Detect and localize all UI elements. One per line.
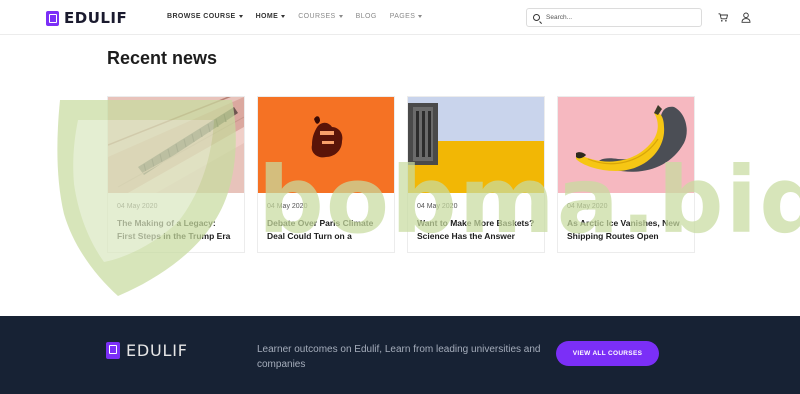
nav-item-pages[interactable]: Pages <box>390 13 423 20</box>
news-date: 04 May 2020 <box>567 203 608 210</box>
news-date: 04 May 2020 <box>117 203 158 210</box>
search-input[interactable] <box>546 14 696 21</box>
footer: EDULIF Learner outcomes on Edulif, Learn… <box>0 316 800 394</box>
search-icon <box>533 14 540 21</box>
nav-label: Courses <box>298 13 336 20</box>
nav-label: Browse Course <box>167 13 236 20</box>
nav-label: Pages <box>389 13 416 20</box>
news-card[interactable]: 04 May 2020 Want to Make More Baskets? S… <box>407 96 545 253</box>
nav-item-courses[interactable]: Courses <box>298 13 343 20</box>
news-title-line: Debate Over Paris Climate Deal Could Tur… <box>267 218 374 241</box>
news-date: 04 May 2020 <box>417 203 458 210</box>
user-icon[interactable] <box>741 12 751 23</box>
footer-brand-name: EDULIF <box>126 341 188 360</box>
news-image-orange-figure <box>258 97 394 193</box>
chevron-down-icon <box>418 15 423 18</box>
nav-item-blog[interactable]: Blog <box>356 13 377 20</box>
top-navbar: EDULIF Browse Course Home Courses Blog P… <box>0 0 800 35</box>
nav-item-browse-course[interactable]: Browse Course <box>167 13 243 20</box>
news-title[interactable]: As Arctic Ice Vanishes, New Shipping Rou… <box>567 217 686 243</box>
book-logo-icon <box>46 10 59 26</box>
footer-brand[interactable]: EDULIF <box>106 341 188 360</box>
book-logo-icon <box>106 342 120 359</box>
news-card[interactable]: 04 May 2020 The Making of a Legacy: Firs… <box>107 96 245 253</box>
news-image-escalator <box>108 97 244 193</box>
brand-name: EDULIF <box>64 9 128 27</box>
news-date: 04 May 2020 <box>267 203 308 210</box>
nav-label: Home <box>255 13 279 20</box>
nav-item-home[interactable]: Home <box>256 13 286 20</box>
news-image-yellow-wall <box>408 97 544 193</box>
chevron-down-icon <box>238 15 243 18</box>
news-title[interactable]: Debate Over Paris Climate Deal Could Tur… <box>267 217 386 243</box>
chevron-down-icon <box>281 15 286 18</box>
search-bar <box>526 8 702 27</box>
chevron-down-icon <box>338 15 343 18</box>
section-title: Recent news <box>107 48 218 68</box>
news-image-banana <box>558 97 694 193</box>
brand-logo[interactable]: EDULIF <box>46 9 127 27</box>
news-card-list: 04 May 2020 The Making of a Legacy: Firs… <box>107 96 695 253</box>
news-title[interactable]: The Making of a Legacy: First Steps in t… <box>117 217 236 243</box>
footer-tagline: Learner outcomes on Edulif, Learn from l… <box>257 344 541 370</box>
view-all-courses-button[interactable]: View all courses <box>556 341 659 366</box>
news-title[interactable]: Want to Make More Baskets? Science Has t… <box>417 217 536 243</box>
news-card[interactable]: 04 May 2020 Debate Over Paris Climate De… <box>257 96 395 253</box>
main-nav: Browse Course Home Courses Blog Pages <box>167 13 435 20</box>
news-card[interactable]: 04 May 2020 As Arctic Ice Vanishes, New … <box>557 96 695 253</box>
cart-icon[interactable] <box>718 13 728 22</box>
nav-label: Blog <box>355 13 377 20</box>
